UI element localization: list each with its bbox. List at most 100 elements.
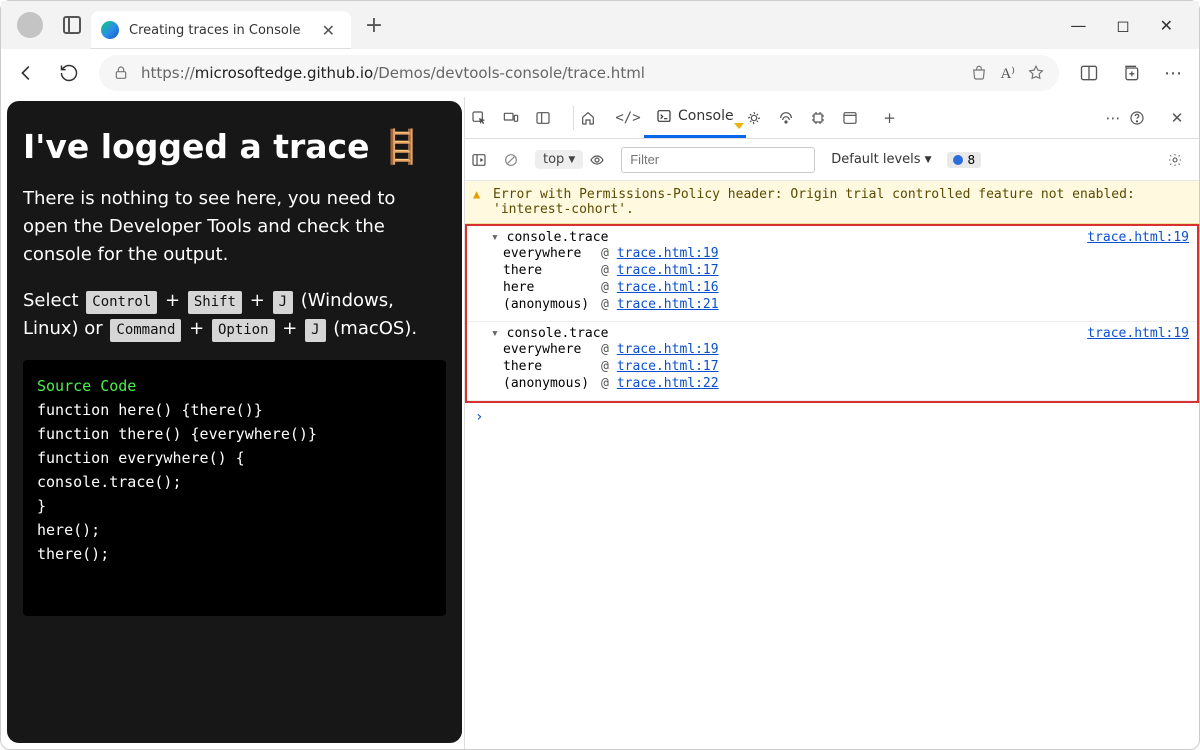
edge-favicon-icon: [101, 21, 119, 39]
devtools-more-icon[interactable]: ⋯: [1097, 109, 1129, 127]
devtools-close-icon[interactable]: ✕: [1161, 109, 1193, 127]
code-label: Source Code: [37, 374, 432, 398]
shopping-icon[interactable]: [970, 64, 988, 82]
code-line: }: [37, 494, 432, 518]
frame-function: (anonymous): [503, 376, 593, 391]
kbd-j: J: [273, 291, 293, 315]
trace-group: console.trace trace.html:19everywhere@tra…: [467, 322, 1197, 401]
log-levels-selector[interactable]: Default levels▼: [821, 152, 941, 167]
new-tab-button[interactable]: +: [359, 13, 389, 38]
console-output: Error with Permissions-Policy header: Or…: [465, 181, 1199, 749]
url-text: https://microsoftedge.github.io/Demos/de…: [141, 64, 958, 82]
tab-title: Creating traces in Console: [129, 23, 318, 38]
console-prompt[interactable]: ›: [465, 403, 1199, 431]
browser-tab[interactable]: Creating traces in Console ✕: [91, 11, 351, 49]
close-button[interactable]: ✕: [1160, 16, 1173, 35]
stack-frame: everywhere@trace.html:19: [491, 341, 1189, 358]
clear-console-icon[interactable]: [503, 152, 529, 168]
window-controls: — ◻ ✕: [1050, 16, 1193, 35]
browser-titlebar: Creating traces in Console ✕ + — ◻ ✕: [1, 1, 1199, 49]
console-icon: [656, 108, 672, 124]
stack-frame: everywhere@trace.html:19: [491, 245, 1189, 262]
webpage-content: I've logged a trace 🪜 There is nothing t…: [7, 101, 462, 743]
kbd-j2: J: [305, 319, 325, 343]
code-line: console.trace();: [37, 470, 432, 494]
refresh-button[interactable]: [57, 61, 81, 85]
devtools-tab-row: </> Console + ⋯ ✕: [465, 97, 1199, 139]
warning-indicator-icon: [734, 123, 744, 129]
performance-tab-icon[interactable]: [810, 110, 842, 126]
kbd-shift: Shift: [188, 291, 242, 315]
device-toolbar-icon[interactable]: [503, 110, 535, 126]
frame-location-link[interactable]: trace.html:21: [617, 297, 719, 312]
split-screen-icon[interactable]: [1077, 61, 1101, 85]
kbd-command: Command: [110, 319, 181, 343]
page-title: I've logged a trace 🪜: [23, 127, 446, 167]
ladder-icon: 🪜: [381, 127, 422, 166]
issues-badge[interactable]: 8: [947, 152, 981, 168]
shortcut-instructions: Select Control + Shift + J (Windows, Lin…: [23, 287, 446, 343]
application-tab-icon[interactable]: [842, 110, 874, 126]
frame-location-link[interactable]: trace.html:17: [617, 359, 719, 374]
issue-dot-icon: [953, 155, 963, 165]
frame-location-link[interactable]: trace.html:17: [617, 263, 719, 278]
address-bar[interactable]: https://microsoftedge.github.io/Demos/de…: [99, 55, 1059, 91]
lock-icon: [113, 65, 129, 81]
address-bar-row: https://microsoftedge.github.io/Demos/de…: [1, 49, 1199, 97]
collections-icon[interactable]: [1119, 61, 1143, 85]
code-line: function there() {everywhere()}: [37, 422, 432, 446]
minimize-button[interactable]: —: [1070, 16, 1086, 35]
inspect-element-icon[interactable]: [471, 110, 503, 126]
console-settings-icon[interactable]: [1167, 152, 1193, 168]
console-warning: Error with Permissions-Policy header: Or…: [465, 181, 1199, 224]
workspaces-icon[interactable]: [63, 16, 81, 34]
console-tab[interactable]: Console: [644, 97, 746, 138]
help-icon[interactable]: [1129, 110, 1161, 126]
trace-highlight-box: console.tracetrace.html:19everywhere@tra…: [465, 224, 1199, 403]
trace-source-link[interactable]: trace.html:19: [1087, 230, 1189, 245]
frame-location-link[interactable]: trace.html:19: [617, 246, 719, 261]
stack-frame: (anonymous)@trace.html:21: [491, 296, 1189, 313]
frame-function: here: [503, 280, 593, 295]
live-expression-icon[interactable]: [589, 152, 615, 168]
frame-function: everywhere: [503, 246, 593, 261]
elements-tab-icon[interactable]: </>: [612, 110, 644, 126]
profile-avatar[interactable]: [17, 12, 43, 38]
tab-close-icon[interactable]: ✕: [318, 21, 339, 40]
sources-tab-icon[interactable]: [746, 110, 778, 126]
frame-location-link[interactable]: trace.html:19: [617, 342, 719, 357]
frame-location-link[interactable]: trace.html:16: [617, 280, 719, 295]
maximize-button[interactable]: ◻: [1116, 16, 1129, 35]
stack-frame: here@trace.html:16: [491, 279, 1189, 296]
trace-title[interactable]: console.trace: [491, 230, 608, 245]
console-filter-input[interactable]: [621, 147, 815, 173]
trace-title[interactable]: console.trace: [491, 326, 608, 341]
trace-group: console.trace trace.html:19everywhere@tra…: [467, 226, 1197, 322]
devtools-panel: </> Console + ⋯ ✕ top▼ D: [464, 97, 1199, 749]
code-line: function everywhere() {: [37, 446, 432, 470]
code-line: here();: [37, 518, 432, 542]
favorite-icon[interactable]: [1027, 64, 1045, 82]
code-line: function here() {there()}: [37, 398, 432, 422]
toggle-sidebar-icon[interactable]: [471, 152, 497, 168]
page-paragraph: There is nothing to see here, you need t…: [23, 185, 446, 269]
frame-function: there: [503, 263, 593, 278]
menu-button[interactable]: ⋯: [1161, 61, 1185, 85]
stack-frame: (anonymous)@trace.html:22: [491, 375, 1189, 392]
kbd-control: Control: [86, 291, 157, 315]
stack-frame: there@trace.html:17: [491, 262, 1189, 279]
frame-location-link[interactable]: trace.html:22: [617, 376, 719, 391]
trace-source-link[interactable]: trace.html:19: [1087, 326, 1189, 341]
back-button[interactable]: [15, 61, 39, 85]
dock-side-icon[interactable]: [535, 110, 567, 126]
read-aloud-icon[interactable]: A⁾: [1000, 64, 1015, 83]
more-tabs-button[interactable]: +: [874, 109, 906, 127]
frame-function: there: [503, 359, 593, 374]
context-selector[interactable]: top▼: [535, 150, 583, 169]
welcome-tab-icon[interactable]: [580, 110, 612, 126]
stack-frame: there@trace.html:17: [491, 358, 1189, 375]
code-line: there();: [37, 542, 432, 566]
kbd-option: Option: [212, 319, 275, 343]
network-tab-icon[interactable]: [778, 110, 810, 126]
frame-function: everywhere: [503, 342, 593, 357]
